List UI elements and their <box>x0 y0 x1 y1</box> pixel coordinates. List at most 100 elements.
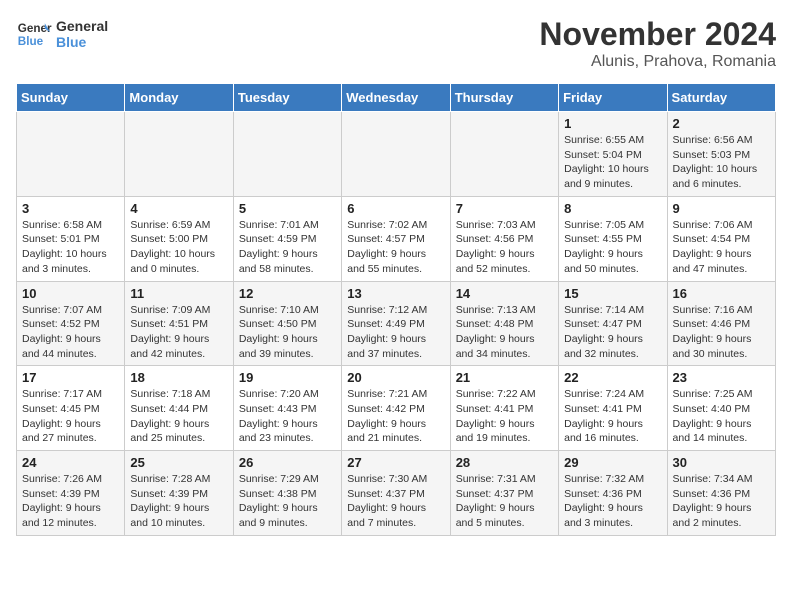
day-info: Sunrise: 7:26 AM Sunset: 4:39 PM Dayligh… <box>22 472 119 531</box>
day-info: Sunrise: 6:55 AM Sunset: 5:04 PM Dayligh… <box>564 133 661 192</box>
day-info: Sunrise: 7:24 AM Sunset: 4:41 PM Dayligh… <box>564 387 661 446</box>
week-row-4: 17 Sunrise: 7:17 AM Sunset: 4:45 PM Dayli… <box>17 366 776 451</box>
day-info: Sunrise: 7:18 AM Sunset: 4:44 PM Dayligh… <box>130 387 227 446</box>
day-number: 3 <box>22 201 119 216</box>
calendar-cell: 24Sunrise: 7:26 AM Sunset: 4:39 PM Dayli… <box>17 451 125 536</box>
calendar-cell <box>233 112 341 197</box>
calendar-cell: 29 Sunrise: 7:32 AM Sunset: 4:36 PM Dayli… <box>559 451 667 536</box>
day-number: 5 <box>239 201 336 216</box>
calendar-cell: 27Sunrise: 7:30 AM Sunset: 4:37 PM Dayli… <box>342 451 450 536</box>
calendar-cell: 9Sunrise: 7:06 AM Sunset: 4:54 PM Daylig… <box>667 196 775 281</box>
weekday-header-monday: Monday <box>125 84 233 112</box>
day-info: Sunrise: 7:34 AM Sunset: 4:36 PM Dayligh… <box>673 472 770 531</box>
calendar-cell <box>450 112 558 197</box>
calendar-cell: 19 Sunrise: 7:20 AM Sunset: 4:43 PM Dayli… <box>233 366 341 451</box>
day-number: 29 <box>564 455 661 470</box>
month-title: November 2024 <box>539 16 776 53</box>
weekday-header-thursday: Thursday <box>450 84 558 112</box>
day-number: 30 <box>673 455 770 470</box>
logo-line2: Blue <box>56 34 108 50</box>
day-info: Sunrise: 6:59 AM Sunset: 5:00 PM Dayligh… <box>130 218 227 277</box>
calendar-cell: 3 Sunrise: 6:58 AM Sunset: 5:01 PM Daylig… <box>17 196 125 281</box>
day-number: 14 <box>456 286 553 301</box>
week-row-1: 1 Sunrise: 6:55 AM Sunset: 5:04 PM Daylig… <box>17 112 776 197</box>
day-info: Sunrise: 7:22 AM Sunset: 4:41 PM Dayligh… <box>456 387 553 446</box>
day-number: 19 <box>239 370 336 385</box>
day-number: 1 <box>564 116 661 131</box>
day-number: 9 <box>673 201 770 216</box>
week-row-2: 3 Sunrise: 6:58 AM Sunset: 5:01 PM Daylig… <box>17 196 776 281</box>
day-info: Sunrise: 7:16 AM Sunset: 4:46 PM Dayligh… <box>673 303 770 362</box>
day-info: Sunrise: 7:03 AM Sunset: 4:56 PM Dayligh… <box>456 218 553 277</box>
day-number: 13 <box>347 286 444 301</box>
logo-icon: General Blue <box>16 16 52 52</box>
header: General Blue General Blue November 2024 … <box>16 16 776 71</box>
calendar-cell: 10 Sunrise: 7:07 AM Sunset: 4:52 PM Dayli… <box>17 281 125 366</box>
week-row-5: 24Sunrise: 7:26 AM Sunset: 4:39 PM Dayli… <box>17 451 776 536</box>
day-info: Sunrise: 7:05 AM Sunset: 4:55 PM Dayligh… <box>564 218 661 277</box>
day-number: 20 <box>347 370 444 385</box>
weekday-header-row: SundayMondayTuesdayWednesdayThursdayFrid… <box>17 84 776 112</box>
day-info: Sunrise: 7:12 AM Sunset: 4:49 PM Dayligh… <box>347 303 444 362</box>
calendar-cell: 21 Sunrise: 7:22 AM Sunset: 4:41 PM Dayli… <box>450 366 558 451</box>
day-info: Sunrise: 7:32 AM Sunset: 4:36 PM Dayligh… <box>564 472 661 531</box>
calendar-cell: 6Sunrise: 7:02 AM Sunset: 4:57 PM Daylig… <box>342 196 450 281</box>
day-info: Sunrise: 7:13 AM Sunset: 4:48 PM Dayligh… <box>456 303 553 362</box>
calendar-cell: 15 Sunrise: 7:14 AM Sunset: 4:47 PM Dayli… <box>559 281 667 366</box>
day-info: Sunrise: 7:09 AM Sunset: 4:51 PM Dayligh… <box>130 303 227 362</box>
day-info: Sunrise: 7:28 AM Sunset: 4:39 PM Dayligh… <box>130 472 227 531</box>
weekday-header-friday: Friday <box>559 84 667 112</box>
location-subtitle: Alunis, Prahova, Romania <box>539 53 776 71</box>
day-number: 12 <box>239 286 336 301</box>
day-number: 16 <box>673 286 770 301</box>
calendar-cell: 8 Sunrise: 7:05 AM Sunset: 4:55 PM Daylig… <box>559 196 667 281</box>
calendar-cell: 18 Sunrise: 7:18 AM Sunset: 4:44 PM Dayli… <box>125 366 233 451</box>
day-info: Sunrise: 7:30 AM Sunset: 4:37 PM Dayligh… <box>347 472 444 531</box>
calendar-cell: 20Sunrise: 7:21 AM Sunset: 4:42 PM Dayli… <box>342 366 450 451</box>
calendar-cell: 17 Sunrise: 7:17 AM Sunset: 4:45 PM Dayli… <box>17 366 125 451</box>
calendar-cell: 2Sunrise: 6:56 AM Sunset: 5:03 PM Daylig… <box>667 112 775 197</box>
weekday-header-sunday: Sunday <box>17 84 125 112</box>
calendar-cell: 25 Sunrise: 7:28 AM Sunset: 4:39 PM Dayli… <box>125 451 233 536</box>
day-number: 23 <box>673 370 770 385</box>
calendar-cell: 1 Sunrise: 6:55 AM Sunset: 5:04 PM Daylig… <box>559 112 667 197</box>
calendar-cell: 14 Sunrise: 7:13 AM Sunset: 4:48 PM Dayli… <box>450 281 558 366</box>
weekday-header-tuesday: Tuesday <box>233 84 341 112</box>
day-number: 4 <box>130 201 227 216</box>
day-info: Sunrise: 7:17 AM Sunset: 4:45 PM Dayligh… <box>22 387 119 446</box>
day-info: Sunrise: 6:58 AM Sunset: 5:01 PM Dayligh… <box>22 218 119 277</box>
svg-text:Blue: Blue <box>18 35 44 48</box>
calendar-cell: 28Sunrise: 7:31 AM Sunset: 4:37 PM Dayli… <box>450 451 558 536</box>
day-number: 25 <box>130 455 227 470</box>
calendar-cell: 12Sunrise: 7:10 AM Sunset: 4:50 PM Dayli… <box>233 281 341 366</box>
calendar-cell: 11 Sunrise: 7:09 AM Sunset: 4:51 PM Dayli… <box>125 281 233 366</box>
calendar-cell: 4 Sunrise: 6:59 AM Sunset: 5:00 PM Daylig… <box>125 196 233 281</box>
calendar-cell: 13 Sunrise: 7:12 AM Sunset: 4:49 PM Dayli… <box>342 281 450 366</box>
calendar-cell: 30 Sunrise: 7:34 AM Sunset: 4:36 PM Dayli… <box>667 451 775 536</box>
day-number: 22 <box>564 370 661 385</box>
title-area: November 2024 Alunis, Prahova, Romania <box>539 16 776 71</box>
day-number: 21 <box>456 370 553 385</box>
calendar-cell <box>342 112 450 197</box>
day-number: 18 <box>130 370 227 385</box>
day-number: 10 <box>22 286 119 301</box>
day-info: Sunrise: 7:01 AM Sunset: 4:59 PM Dayligh… <box>239 218 336 277</box>
day-number: 15 <box>564 286 661 301</box>
calendar-cell <box>125 112 233 197</box>
weekday-header-wednesday: Wednesday <box>342 84 450 112</box>
day-info: Sunrise: 7:14 AM Sunset: 4:47 PM Dayligh… <box>564 303 661 362</box>
calendar-cell: 7 Sunrise: 7:03 AM Sunset: 4:56 PM Daylig… <box>450 196 558 281</box>
day-info: Sunrise: 7:07 AM Sunset: 4:52 PM Dayligh… <box>22 303 119 362</box>
day-number: 26 <box>239 455 336 470</box>
day-number: 7 <box>456 201 553 216</box>
day-number: 11 <box>130 286 227 301</box>
calendar-cell: 23Sunrise: 7:25 AM Sunset: 4:40 PM Dayli… <box>667 366 775 451</box>
calendar-table: SundayMondayTuesdayWednesdayThursdayFrid… <box>16 83 776 536</box>
day-number: 8 <box>564 201 661 216</box>
calendar-cell <box>17 112 125 197</box>
day-number: 17 <box>22 370 119 385</box>
logo: General Blue General Blue <box>16 16 108 52</box>
day-info: Sunrise: 7:02 AM Sunset: 4:57 PM Dayligh… <box>347 218 444 277</box>
day-number: 2 <box>673 116 770 131</box>
day-info: Sunrise: 7:20 AM Sunset: 4:43 PM Dayligh… <box>239 387 336 446</box>
